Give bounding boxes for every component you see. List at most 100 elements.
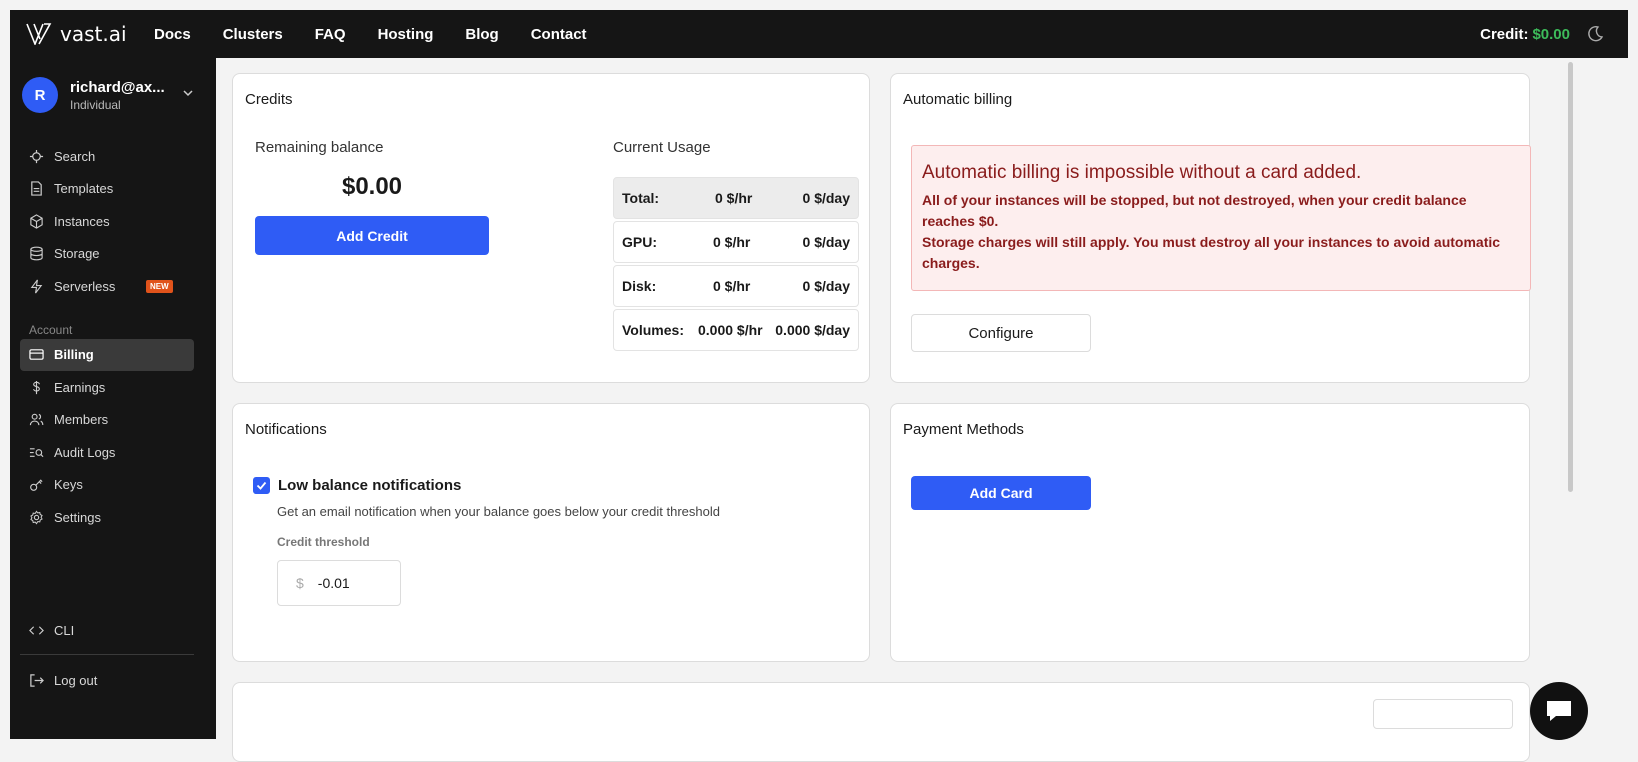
nav-contact[interactable]: Contact [531,26,587,43]
low-balance-checkbox[interactable] [253,477,270,494]
code-icon [29,626,44,635]
sidebar-item-label: Instances [54,213,110,229]
usage-per-hour: 0 $/hr [713,278,751,294]
billing-warning-alert: Automatic billing is impossible without … [911,145,1531,291]
sidebar-item-label: Earnings [54,379,106,395]
vast-logo-icon [26,23,52,45]
usage-row-total: Total: 0 $/hr 0 $/day [613,177,859,219]
configure-button[interactable]: Configure [911,314,1091,352]
sidebar: R richard@ax... Individual Search Templa… [10,58,216,739]
chevron-down-icon [183,90,193,97]
brand-logo[interactable]: vast.ai [26,22,154,46]
usage-name: Volumes: [622,322,684,338]
sidebar-item-label: Audit Logs [54,444,116,460]
automatic-billing-card: Automatic billing Automatic billing is i… [890,73,1531,383]
sidebar-item-audit-logs[interactable]: Audit Logs [20,436,194,469]
sidebar-item-templates[interactable]: Templates [20,173,194,206]
sidebar-item-label: Settings [54,509,101,525]
usage-per-hour: 0 $/hr [713,234,751,250]
usage-name: Disk: [622,278,657,294]
usage-row-gpu: GPU: 0 $/hr 0 $/day [613,221,859,263]
sidebar-item-storage[interactable]: Storage [20,238,194,271]
next-section-card [232,682,1530,762]
account-section-label: Account [29,322,73,337]
main-nav: Docs Clusters FAQ Hosting Blog Contact [154,26,619,43]
sidebar-item-members[interactable]: Members [20,404,194,437]
sidebar-item-earnings[interactable]: Earnings [20,371,194,404]
scrollbar-thumb[interactable] [1568,62,1573,492]
list-search-icon [29,447,44,457]
sidebar-item-label: Billing [54,347,94,363]
usage-table: Total: 0 $/hr 0 $/day GPU: 0 $/hr 0 $/da… [613,177,859,353]
cube-icon [30,214,43,229]
gear-icon [30,510,43,525]
payment-methods-title: Payment Methods [903,421,1024,438]
nav-docs[interactable]: Docs [154,26,191,43]
lightning-icon [30,279,43,294]
main-content: Credits Remaining balance $0.00 Add Cred… [216,58,1562,762]
sidebar-item-billing[interactable]: Billing [20,338,194,371]
checkmark-icon [256,481,267,490]
sidebar-item-cli[interactable]: CLI [20,614,194,647]
nav-hosting[interactable]: Hosting [378,26,434,43]
card-action-button[interactable] [1373,699,1513,729]
usage-per-day: 0.000 $/day [775,322,850,338]
credit-label: Credit: [1480,25,1529,43]
account-switcher[interactable]: R richard@ax... Individual [22,77,193,113]
sidebar-item-search[interactable]: Search [20,140,194,173]
logout-icon [30,674,44,687]
notifications-title: Notifications [245,421,327,438]
usage-per-hour: 0.000 $/hr [698,322,763,338]
sidebar-item-settings[interactable]: Settings [20,501,194,534]
credit-threshold-input[interactable]: $ -0.01 [277,560,401,606]
file-icon [31,181,42,196]
usage-per-day: 0 $/day [802,190,850,206]
automatic-billing-title: Automatic billing [903,91,1013,108]
alert-title: Automatic billing is impossible without … [922,162,1362,183]
balance-value: $0.00 [341,173,403,200]
sidebar-item-serverless[interactable]: Serverless NEW [20,270,194,303]
credits-card: Credits Remaining balance $0.00 Add Cred… [232,73,870,383]
sidebar-item-label: CLI [54,622,75,638]
notification-help-text: Get an email notification when your bala… [277,504,720,519]
users-icon [29,413,44,426]
new-badge: NEW [146,279,173,293]
usage-row-disk: Disk: 0 $/hr 0 $/day [613,265,859,307]
sidebar-item-instances[interactable]: Instances [20,205,194,238]
add-credit-button[interactable]: Add Credit [255,216,489,255]
database-icon [30,246,43,261]
chat-widget-button[interactable] [1530,682,1588,740]
avatar: R [22,77,58,113]
payment-methods-card: Payment Methods Add Card [890,403,1530,662]
usage-per-day: 0 $/day [802,234,850,250]
credits-title: Credits [245,91,293,108]
sidebar-item-label: Serverless [54,278,116,294]
logout-label: Log out [54,672,98,688]
nav-blog[interactable]: Blog [465,26,498,43]
sidebar-divider [20,654,194,655]
chat-icon [1547,701,1571,721]
key-icon [30,479,43,492]
top-navbar: vast.ai Docs Clusters FAQ Hosting Blog C… [10,10,1628,58]
logout-button[interactable]: Log out [20,664,194,697]
threshold-value: -0.01 [317,575,350,591]
remaining-balance-label: Remaining balance [255,139,384,156]
sidebar-item-label: Search [54,148,96,164]
alert-line-2: Storage charges will still apply. You mu… [922,234,1501,271]
add-card-button[interactable]: Add Card [911,476,1091,510]
low-balance-toggle[interactable]: Low balance notifications [253,477,461,494]
usage-per-hour: 0 $/hr [715,190,753,206]
usage-per-day: 0 $/day [802,278,850,294]
nav-clusters[interactable]: Clusters [223,26,283,43]
dollar-icon [33,380,40,394]
credit-display[interactable]: Credit: $0.00 [1480,26,1570,43]
sidebar-item-label: Members [54,412,109,428]
moon-icon[interactable] [1586,25,1604,43]
sidebar-item-keys[interactable]: Keys [20,469,194,502]
usage-name: Total: [622,190,660,206]
low-balance-label: Low balance notifications [278,477,462,494]
usage-name: GPU: [622,234,657,250]
currency-prefix: $ [296,575,304,591]
nav-faq[interactable]: FAQ [315,26,346,43]
card-icon [29,349,44,361]
